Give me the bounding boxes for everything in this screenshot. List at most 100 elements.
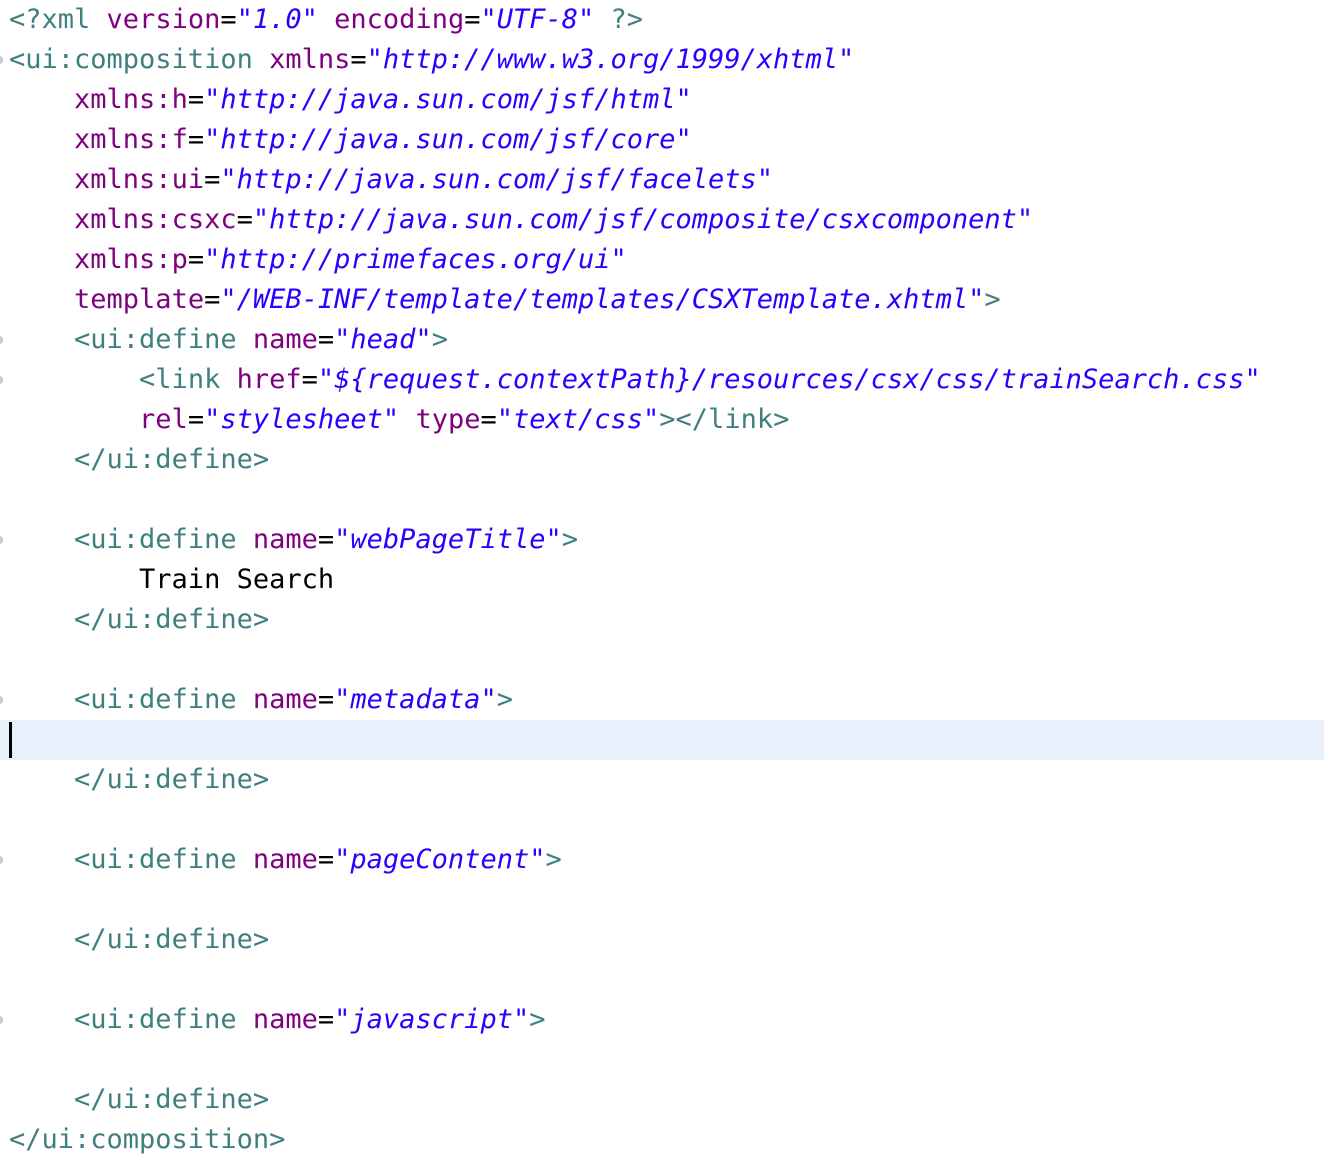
fold-marker-icon[interactable] bbox=[0, 1016, 3, 1024]
code-token: version bbox=[106, 4, 221, 35]
code-token: "http://java.sun.com/jsf/composite/csxco… bbox=[252, 204, 1034, 235]
code-line[interactable]: xmlns:ui="http://java.sun.com/jsf/facele… bbox=[0, 160, 1324, 200]
code-line[interactable] bbox=[0, 800, 1324, 840]
code-token: = bbox=[187, 404, 205, 435]
code-line[interactable]: <ui:define name="head"> bbox=[0, 320, 1324, 360]
code-token: name bbox=[252, 844, 318, 875]
code-line[interactable]: </ui:define> bbox=[0, 440, 1324, 480]
fold-marker-icon[interactable] bbox=[0, 56, 3, 64]
code-token: "webPageTitle" bbox=[334, 524, 562, 555]
code-line[interactable]: template="/WEB-INF/template/templates/CS… bbox=[0, 280, 1324, 320]
code-token: name bbox=[252, 324, 318, 355]
code-line[interactable]: </ui:define> bbox=[0, 760, 1324, 800]
code-token: > bbox=[431, 324, 448, 355]
code-token: name bbox=[252, 1004, 318, 1035]
code-token: <ui:define bbox=[74, 684, 253, 715]
code-token: ?> bbox=[594, 4, 644, 35]
code-line[interactable]: </ui:define> bbox=[0, 920, 1324, 960]
code-line[interactable]: <ui:define name="javascript"> bbox=[0, 1000, 1324, 1040]
code-token: = bbox=[480, 404, 497, 435]
code-token: "http://java.sun.com/jsf/facelets" bbox=[220, 164, 774, 195]
code-token: > bbox=[561, 524, 578, 555]
code-line[interactable]: Train Search bbox=[0, 560, 1324, 600]
code-token: > bbox=[496, 684, 513, 715]
code-line[interactable]: xmlns:f="http://java.sun.com/jsf/core" bbox=[0, 120, 1324, 160]
code-token: <?xml bbox=[9, 4, 107, 35]
code-line[interactable] bbox=[0, 960, 1324, 1000]
code-token: "text/css" bbox=[496, 404, 660, 435]
fold-marker-icon[interactable] bbox=[0, 536, 3, 544]
code-line[interactable]: </ui:define> bbox=[0, 1080, 1324, 1120]
code-token: </ui:define> bbox=[74, 604, 270, 635]
code-token: = bbox=[187, 244, 205, 275]
code-token: xmlns:p bbox=[74, 244, 188, 275]
code-token: "UTF-8" bbox=[480, 4, 595, 35]
code-line[interactable]: xmlns:csxc="http://java.sun.com/jsf/comp… bbox=[0, 200, 1324, 240]
code-token: = bbox=[236, 204, 253, 235]
code-token: "/WEB-INF/template/templates/CSXTemplate… bbox=[220, 284, 985, 315]
code-token: "pageContent" bbox=[334, 844, 546, 875]
code-token: href bbox=[236, 364, 302, 395]
code-line[interactable]: <ui:define name="metadata"> bbox=[0, 680, 1324, 720]
code-token: xmlns:f bbox=[74, 124, 188, 155]
code-token: "http://primefaces.org/ui" bbox=[204, 244, 627, 275]
code-line[interactable]: <link href="${request.contextPath}/resou… bbox=[0, 360, 1324, 400]
code-token: = bbox=[317, 524, 335, 555]
code-line[interactable] bbox=[0, 640, 1324, 680]
code-token: = bbox=[464, 4, 481, 35]
code-token: = bbox=[204, 164, 221, 195]
code-token: = bbox=[317, 1004, 335, 1035]
code-line[interactable]: </ui:composition> bbox=[0, 1120, 1324, 1160]
code-token: rel bbox=[139, 404, 188, 435]
code-token: = bbox=[220, 4, 237, 35]
code-token: <ui:define bbox=[74, 844, 253, 875]
fold-marker-icon[interactable] bbox=[0, 376, 3, 384]
code-line[interactable] bbox=[0, 480, 1324, 520]
code-token: xmlns:ui bbox=[74, 164, 205, 195]
code-line[interactable]: </ui:define> bbox=[0, 600, 1324, 640]
code-token: "http://java.sun.com/jsf/html" bbox=[204, 84, 692, 115]
code-token: xmlns:h bbox=[74, 84, 188, 115]
fold-marker-icon[interactable] bbox=[0, 696, 3, 704]
code-line[interactable]: xmlns:h="http://java.sun.com/jsf/html" bbox=[0, 80, 1324, 120]
code-line[interactable]: <ui:define name="pageContent"> bbox=[0, 840, 1324, 880]
code-line[interactable]: xmlns:p="http://primefaces.org/ui" bbox=[0, 240, 1324, 280]
code-line[interactable]: rel="stylesheet" type="text/css"></link> bbox=[0, 400, 1324, 440]
fold-marker-icon[interactable] bbox=[0, 336, 3, 344]
code-token: "stylesheet" bbox=[204, 404, 400, 435]
fold-marker-icon[interactable] bbox=[0, 856, 3, 864]
code-token: template bbox=[74, 284, 205, 315]
code-token: = bbox=[204, 284, 221, 315]
code-token: </ui:define> bbox=[74, 1084, 270, 1115]
code-line[interactable]: <ui:composition xmlns="http://www.w3.org… bbox=[0, 40, 1324, 80]
current-line[interactable] bbox=[0, 720, 1324, 760]
code-token: > bbox=[545, 844, 562, 875]
code-token: type bbox=[415, 404, 481, 435]
code-token: = bbox=[317, 684, 335, 715]
code-token: <link bbox=[139, 364, 237, 395]
code-line[interactable]: <?xml version="1.0" encoding="UTF-8" ?> bbox=[0, 0, 1324, 40]
code-token: "head" bbox=[334, 324, 432, 355]
code-token: <ui:define bbox=[74, 324, 253, 355]
code-token: name bbox=[252, 524, 318, 555]
code-line[interactable] bbox=[0, 1040, 1324, 1080]
code-line[interactable]: <ui:define name="webPageTitle"> bbox=[0, 520, 1324, 560]
code-token: <ui:define bbox=[74, 1004, 253, 1035]
code-token: = bbox=[317, 324, 335, 355]
code-token: ></link> bbox=[659, 404, 790, 435]
code-editor[interactable]: <?xml version="1.0" encoding="UTF-8" ?> <… bbox=[0, 0, 1324, 1172]
code-line[interactable] bbox=[0, 880, 1324, 920]
